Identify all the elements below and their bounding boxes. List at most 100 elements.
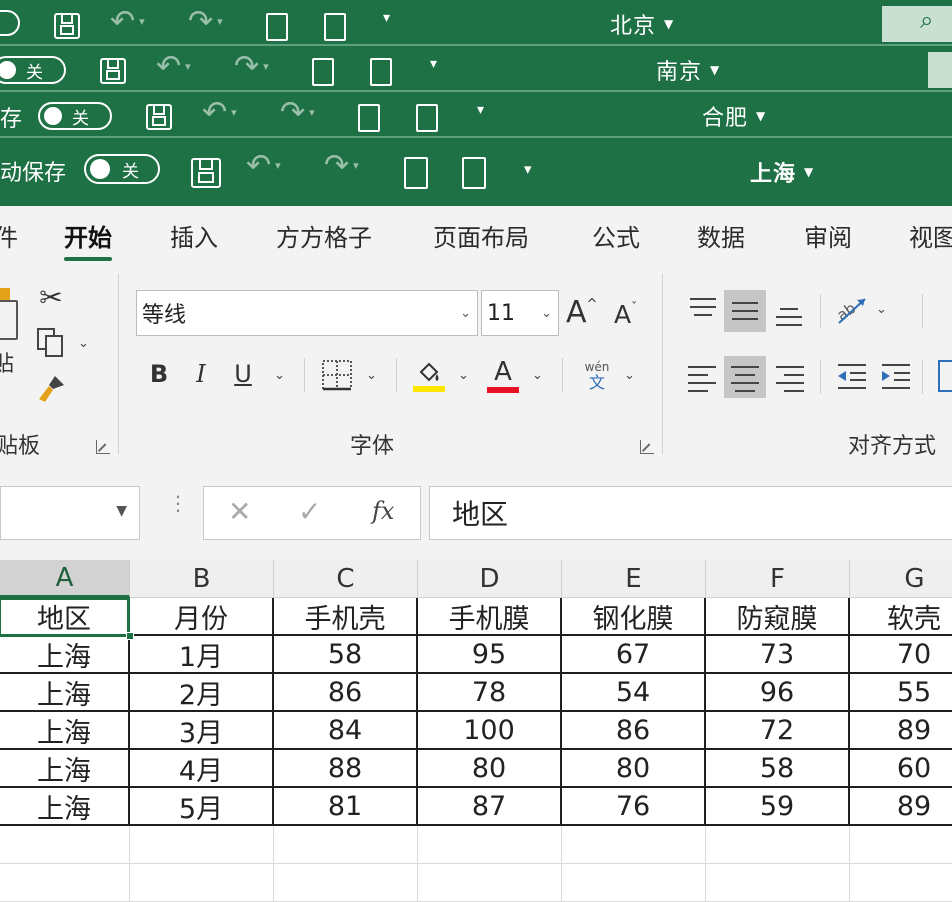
table-cell-screen-film[interactable]: 80 <box>418 750 562 788</box>
title-bar-hefei[interactable]: 存 关 ↶ ▾ ↷ ▾ ▾ 合肥 ▼ <box>0 92 952 138</box>
table-cell-tempered-film[interactable]: 80 <box>562 750 706 788</box>
table-cell-screen-film[interactable]: 95 <box>418 636 562 674</box>
print-preview-icon[interactable] <box>312 58 334 86</box>
save-icon[interactable] <box>191 158 221 188</box>
phonetic-icon[interactable]: wén 文 <box>580 356 614 396</box>
save-icon[interactable] <box>146 104 172 130</box>
formula-input[interactable]: 地区 <box>429 486 952 540</box>
table-cell-tempered-film[interactable]: 67 <box>562 636 706 674</box>
table-cell-phone-case[interactable]: 86 <box>274 674 418 712</box>
empty-cell[interactable] <box>706 864 850 902</box>
column-header-c[interactable]: C <box>274 560 418 598</box>
table-cell-region[interactable]: 上海 <box>0 712 130 750</box>
formula-bar-grip-icon[interactable]: ⋮ <box>168 493 188 513</box>
table-cell-screen-film[interactable]: 100 <box>418 712 562 750</box>
worksheet-grid[interactable]: A B C D E F G 地区 月份 手机壳 手机膜 钢化膜 防窥膜 软壳 上海 1月 58 95 67 73 70 上… <box>0 560 952 902</box>
tab-home[interactable]: 开始 <box>64 218 112 261</box>
font-name-select[interactable]: 等线 ⌄ <box>136 290 478 336</box>
redo-icon[interactable]: ↷ ▾ <box>234 49 269 84</box>
tab-insert[interactable]: 插入 <box>170 218 218 253</box>
table-cell-tempered-film[interactable]: 54 <box>562 674 706 712</box>
copy-icon[interactable] <box>34 326 68 360</box>
workbook-title-hefei[interactable]: 合肥 ▼ <box>702 100 766 132</box>
empty-cell[interactable] <box>850 826 952 864</box>
table-cell-phone-case[interactable]: 88 <box>274 750 418 788</box>
empty-cell[interactable] <box>562 826 706 864</box>
table-cell-screen-film[interactable]: 87 <box>418 788 562 826</box>
header-cell-phone-case[interactable]: 手机壳 <box>274 598 418 636</box>
workbook-title-beijing[interactable]: 北京 ▼ <box>610 8 674 40</box>
empty-cell[interactable] <box>130 826 274 864</box>
empty-cell[interactable] <box>0 826 130 864</box>
shrink-font-button[interactable]: Aˇ <box>614 296 637 332</box>
customize-toolbar-icon[interactable]: ▾ <box>383 10 390 26</box>
undo-icon[interactable]: ↶ ▾ <box>246 148 281 183</box>
increase-indent-icon[interactable] <box>878 358 914 394</box>
title-bar-shanghai[interactable]: 动保存 关 ↶ ▾ ↷ ▾ ▾ 上海 ▼ <box>0 138 952 206</box>
cut-icon[interactable]: ✂ <box>34 280 68 314</box>
clipboard-launcher-icon[interactable] <box>96 440 110 454</box>
underline-button[interactable]: U <box>228 356 258 392</box>
empty-cell[interactable] <box>706 826 850 864</box>
phonetic-dropdown-icon[interactable]: ⌄ <box>624 368 635 383</box>
print-preview-icon[interactable] <box>266 13 288 41</box>
table-cell-month[interactable]: 3月 <box>130 712 274 750</box>
tab-formulas[interactable]: 公式 <box>592 218 640 253</box>
empty-cell[interactable] <box>418 826 562 864</box>
table-cell-phone-case[interactable]: 81 <box>274 788 418 826</box>
column-header-g[interactable]: G <box>850 560 952 598</box>
column-header-b[interactable]: B <box>130 560 274 598</box>
column-header-a[interactable]: A <box>0 560 130 598</box>
empty-cell[interactable] <box>274 864 418 902</box>
column-header-d[interactable]: D <box>418 560 562 598</box>
table-cell-phone-case[interactable]: 58 <box>274 636 418 674</box>
title-bar-nanjing[interactable]: 关 ↶ ▾ ↷ ▾ ▾ 南京 ▼ <box>0 46 952 92</box>
empty-cell[interactable] <box>418 864 562 902</box>
title-bar-beijing[interactable]: ↶ ▾ ↷ ▾ ▾ 北京 ▼ ⌕ <box>0 0 952 46</box>
table-cell-region[interactable]: 上海 <box>0 788 130 826</box>
customize-toolbar-icon[interactable]: ▾ <box>477 102 484 118</box>
table-cell-privacy-film[interactable]: 58 <box>706 750 850 788</box>
tab-review[interactable]: 审阅 <box>804 218 852 253</box>
redo-icon[interactable]: ↷ ▾ <box>188 4 223 39</box>
customize-toolbar-icon[interactable]: ▾ <box>430 56 437 72</box>
table-cell-privacy-film[interactable]: 96 <box>706 674 850 712</box>
undo-icon[interactable]: ↶ ▾ <box>156 49 191 84</box>
print-preview-icon[interactable] <box>404 157 428 189</box>
redo-icon[interactable]: ↷ ▾ <box>324 148 359 183</box>
print-preview-icon[interactable] <box>358 104 380 132</box>
font-size-select[interactable]: 11 ⌄ <box>481 290 559 336</box>
empty-cell[interactable] <box>274 826 418 864</box>
tab-data[interactable]: 数据 <box>697 218 745 253</box>
save-icon[interactable] <box>54 13 80 39</box>
table-cell-soft-case[interactable]: 89 <box>850 788 952 826</box>
borders-icon[interactable] <box>320 358 354 392</box>
new-file-icon[interactable] <box>462 157 486 189</box>
undo-icon[interactable]: ↶ ▾ <box>202 95 237 130</box>
enter-icon[interactable]: ✓ <box>298 495 321 528</box>
italic-button[interactable]: I <box>186 356 216 392</box>
table-cell-month[interactable]: 2月 <box>130 674 274 712</box>
grow-font-button[interactable]: A ^ <box>566 292 597 332</box>
orientation-dropdown-icon[interactable]: ⌄ <box>876 302 887 317</box>
empty-cell[interactable] <box>562 864 706 902</box>
table-cell-soft-case[interactable]: 60 <box>850 750 952 788</box>
tab-fangfang[interactable]: 方方格子 <box>276 218 372 253</box>
new-file-icon[interactable] <box>324 13 346 41</box>
customize-toolbar-icon[interactable]: ▾ <box>524 160 532 178</box>
format-painter-icon[interactable] <box>34 372 68 406</box>
table-cell-region[interactable]: 上海 <box>0 674 130 712</box>
decrease-indent-icon[interactable] <box>834 358 870 394</box>
autosave-toggle[interactable] <box>0 10 20 36</box>
tab-file[interactable]: 件 <box>0 218 18 253</box>
table-cell-tempered-film[interactable]: 76 <box>562 788 706 826</box>
tab-page-layout[interactable]: 页面布局 <box>433 218 529 253</box>
align-bottom-button[interactable] <box>768 290 810 332</box>
autosave-toggle[interactable]: 关 <box>38 102 112 130</box>
fill-color-icon[interactable] <box>412 356 446 396</box>
empty-cell[interactable] <box>0 864 130 902</box>
empty-cell[interactable] <box>130 864 274 902</box>
fill-color-dropdown-icon[interactable]: ⌄ <box>458 368 469 383</box>
table-cell-month[interactable]: 4月 <box>130 750 274 788</box>
paste-icon[interactable] <box>0 300 18 340</box>
